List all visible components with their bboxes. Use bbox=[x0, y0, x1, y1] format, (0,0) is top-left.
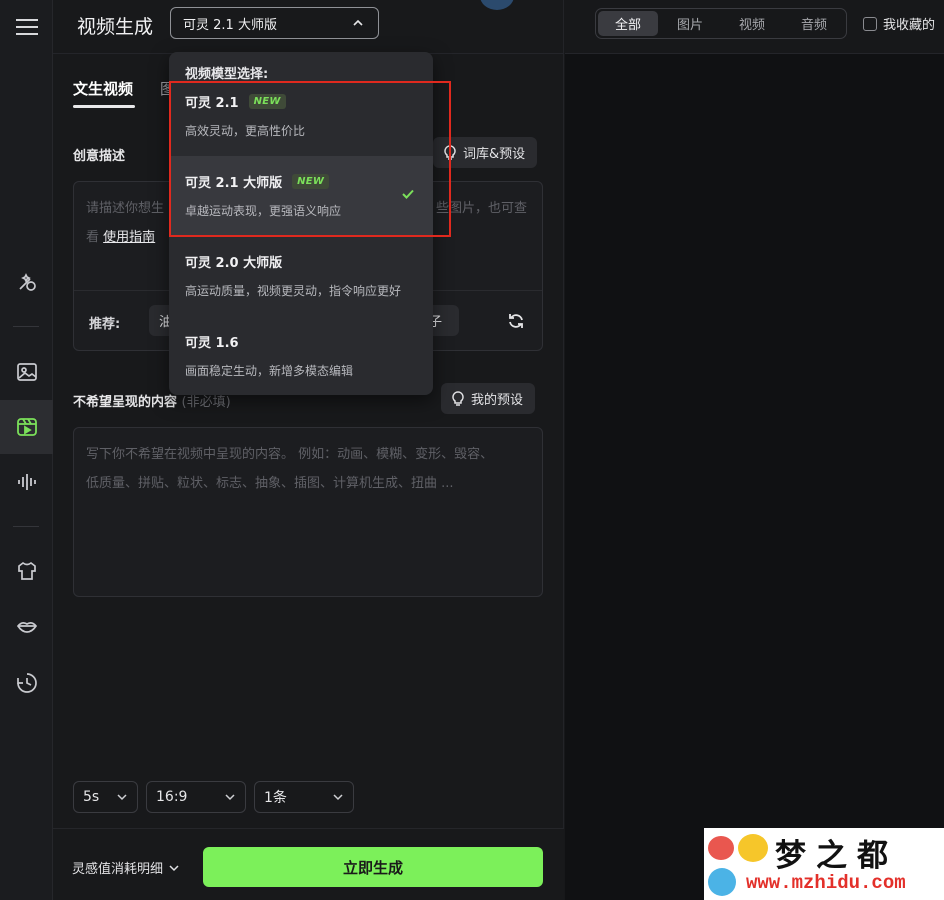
tab-underline bbox=[73, 105, 135, 108]
tab-text-to-video[interactable]: 文生视频 bbox=[73, 78, 133, 99]
filter-image[interactable]: 图片 bbox=[660, 11, 720, 36]
model-option-kling-2-0-master[interactable]: 可灵 2.0 大师版 高运动质量，视频更灵动，指令响应更好 bbox=[169, 236, 433, 316]
audio-wave-icon[interactable] bbox=[0, 455, 53, 509]
red-bubble-icon bbox=[708, 836, 734, 860]
left-rail bbox=[0, 0, 53, 900]
lips-icon[interactable] bbox=[0, 600, 53, 654]
panel-footer: 灵感值消耗明细 立即生成 bbox=[53, 828, 564, 900]
my-preset-button[interactable]: 我的预设 bbox=[441, 383, 536, 414]
duration-value: 5s bbox=[83, 789, 100, 805]
avatar[interactable] bbox=[480, 0, 514, 10]
library-preset-label: 词库&预设 bbox=[463, 147, 526, 162]
refresh-icon[interactable] bbox=[507, 312, 525, 330]
my-preset-label: 我的预设 bbox=[471, 393, 524, 408]
guide-link[interactable]: 使用指南 bbox=[103, 230, 155, 245]
favorites-checkbox[interactable] bbox=[863, 16, 877, 31]
option-name: 可灵 1.6 bbox=[185, 336, 239, 351]
chevron-down-icon bbox=[333, 794, 343, 801]
rail-divider bbox=[13, 526, 39, 527]
count-select[interactable]: 1条 bbox=[254, 781, 354, 813]
filter-video[interactable]: 视频 bbox=[722, 11, 782, 36]
model-select-value: 可灵 2.1 大师版 bbox=[183, 17, 277, 33]
chevron-down-icon bbox=[225, 794, 235, 801]
negative-textarea[interactable]: 写下你不希望在视频中呈现的内容。 例如：动画、模糊、变形、毁容、 低质量、拼贴、… bbox=[73, 427, 543, 597]
menu-icon[interactable] bbox=[0, 0, 53, 54]
panel-header: 视频生成 可灵 2.1 大师版 bbox=[53, 0, 564, 54]
aspect-ratio-value: 16:9 bbox=[156, 789, 188, 805]
filter-audio[interactable]: 音频 bbox=[784, 11, 844, 36]
count-value: 1条 bbox=[264, 790, 287, 806]
yellow-bubble-icon bbox=[738, 834, 768, 862]
recommend-label: 推荐: bbox=[89, 317, 121, 332]
video-icon[interactable] bbox=[0, 400, 53, 454]
lightbulb-icon bbox=[452, 390, 464, 406]
option-name: 可灵 2.0 大师版 bbox=[185, 256, 283, 271]
negative-placeholder-line2: 低质量、拼贴、粒状、标志、抽象、插图、计算机生成、扭曲 ... bbox=[86, 476, 454, 491]
negative-optional: (非必填) bbox=[181, 395, 231, 410]
generate-button[interactable]: 立即生成 bbox=[203, 847, 543, 887]
cost-detail-link[interactable]: 灵感值消耗明细 bbox=[72, 858, 180, 877]
chevron-down-icon bbox=[169, 864, 179, 871]
option-name-row: 可灵 1.6 bbox=[185, 332, 239, 351]
prompt-placeholder-start: 请描述你想生 bbox=[86, 201, 165, 216]
page-title: 视频生成 bbox=[77, 16, 154, 38]
favorites-toggle[interactable]: 我收藏的 bbox=[863, 14, 935, 33]
creative-label: 创意描述 bbox=[73, 149, 126, 164]
cost-detail-label: 灵感值消耗明细 bbox=[72, 862, 164, 877]
media-filter: 全部 图片 视频 音频 bbox=[595, 8, 847, 39]
prompt-placeholder-prefix: 看 bbox=[86, 230, 100, 245]
blue-bubble-icon bbox=[708, 868, 736, 896]
history-icon[interactable] bbox=[0, 656, 53, 710]
aspect-ratio-select[interactable]: 16:9 bbox=[146, 781, 246, 813]
model-select[interactable]: 可灵 2.1 大师版 bbox=[170, 7, 379, 39]
option-desc: 画面稳定生动，新增多模态编辑 bbox=[185, 364, 354, 378]
model-option-kling-1-6[interactable]: 可灵 1.6 画面稳定生动，新增多模态编辑 bbox=[169, 316, 433, 396]
chevron-up-icon bbox=[353, 19, 363, 26]
image-icon[interactable] bbox=[0, 345, 53, 399]
shirt-icon[interactable] bbox=[0, 544, 53, 598]
option-desc: 高运动质量，视频更灵动，指令响应更好 bbox=[185, 284, 402, 298]
favorites-label: 我收藏的 bbox=[883, 18, 936, 33]
watermark: 梦之都 www.mzhidu.com bbox=[704, 828, 944, 900]
duration-select[interactable]: 5s bbox=[73, 781, 138, 813]
chevron-down-icon bbox=[117, 794, 127, 801]
negative-placeholder-line1: 写下你不希望在视频中呈现的内容。 例如：动画、模糊、变形、毁容、 bbox=[86, 447, 494, 462]
rail-divider bbox=[13, 326, 39, 327]
results-header: 全部 图片 视频 音频 我收藏的 bbox=[565, 0, 944, 54]
option-name-row: 可灵 2.0 大师版 bbox=[185, 252, 282, 271]
annotation-highlight-box bbox=[169, 81, 451, 237]
negative-label-text: 不希望呈现的内容 bbox=[73, 395, 178, 410]
watermark-url: www.mzhidu.com bbox=[746, 872, 906, 894]
watermark-title: 梦之都 bbox=[775, 838, 898, 874]
filter-all[interactable]: 全部 bbox=[598, 11, 658, 36]
results-area: 全部 图片 视频 音频 我收藏的 bbox=[565, 0, 944, 900]
magic-wand-icon[interactable] bbox=[0, 255, 53, 309]
prompt-placeholder-line2: 看 使用指南 bbox=[86, 223, 155, 252]
